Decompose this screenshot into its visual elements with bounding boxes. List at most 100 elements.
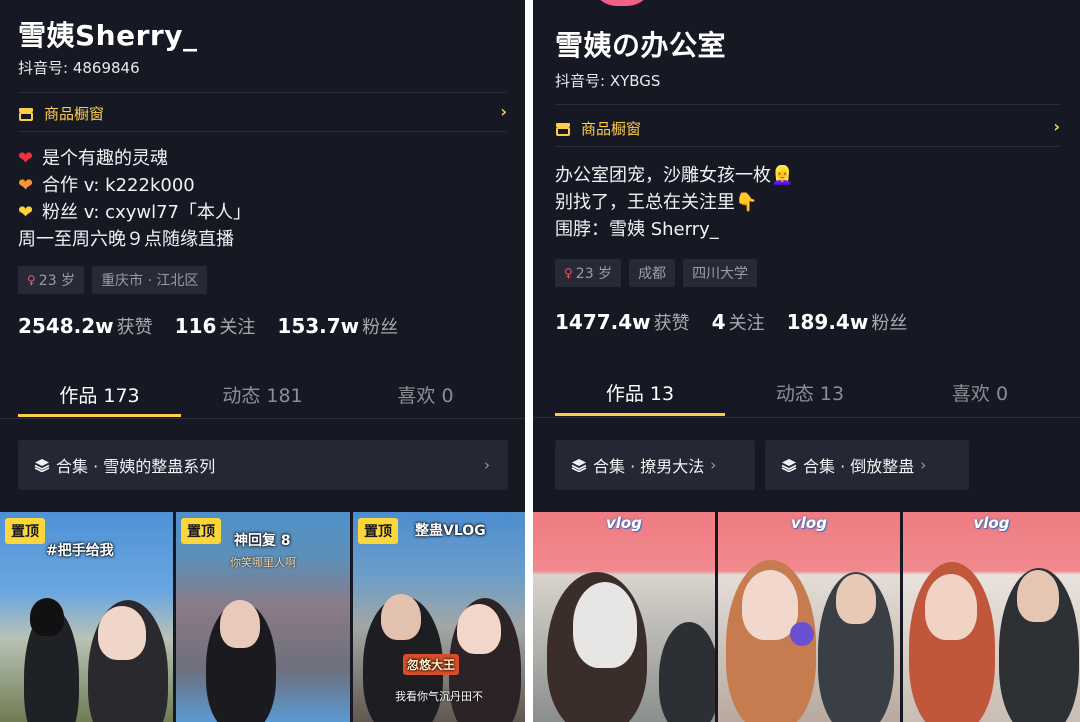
showcase-entry[interactable]: 商品橱窗 xyxy=(18,103,104,124)
tag-text: 重庆市 · 江北区 xyxy=(101,273,199,289)
following-count[interactable]: 4 xyxy=(712,310,726,334)
profile-nickname: 雪姨Sherry_ xyxy=(18,19,198,52)
video-thumbnail[interactable]: vlog xyxy=(533,512,715,722)
pinned-badge: 置顶 xyxy=(181,518,221,544)
bio-line: ❤ 合作 v: k222k000 xyxy=(18,172,251,199)
profile-tags: ♀ 23 岁 成都 四川大学 xyxy=(555,259,758,287)
shop-icon xyxy=(556,122,570,136)
likes-label: 获赞 xyxy=(653,313,690,334)
likes-count: 1477.4w xyxy=(555,310,651,334)
video-caption: 神回复 8 xyxy=(234,533,291,549)
tab-activity[interactable]: 动态 13 xyxy=(725,379,895,406)
video-subtitle: 你笑哪里人啊 xyxy=(230,556,296,569)
shop-icon xyxy=(19,107,33,121)
orange-heart-icon: ❤ xyxy=(18,175,34,196)
collection-button[interactable]: 合集 · 雪姨的整蛊系列 › xyxy=(18,440,508,490)
profile-panel-left: 雪姨Sherry_ 抖音号: 4869846 商品橱窗 › ❤ 是个有趣的灵魂 … xyxy=(0,0,525,722)
female-icon: ♀ xyxy=(564,266,573,280)
divider xyxy=(555,146,1060,147)
video-thumbnail[interactable]: vlog xyxy=(903,512,1080,722)
person-figure xyxy=(659,622,715,722)
collection-button[interactable]: 合集 · 倒放整蛊 › xyxy=(765,440,969,490)
avatar[interactable] xyxy=(591,0,653,6)
person-face xyxy=(573,582,637,668)
bio-line: 办公室团宠，沙雕女孩一枚👱‍♀️ xyxy=(555,162,793,189)
bio-text: 周一至周六晚９点随缘直播 xyxy=(18,229,234,250)
school-tag: 四川大学 xyxy=(683,259,758,287)
vlog-badge: vlog xyxy=(606,514,642,532)
chevron-right-icon: › xyxy=(710,456,717,474)
tab-works[interactable]: 作品 13 xyxy=(555,379,725,406)
bio: ❤ 是个有趣的灵魂 ❤ 合作 v: k222k000 ❤ 粉丝 v: cxywl… xyxy=(18,145,251,253)
person-face xyxy=(98,606,146,660)
douyin-id: 抖音号: 4869846 xyxy=(18,59,140,77)
person-face xyxy=(381,594,421,640)
person-face xyxy=(836,574,876,624)
bio-line: 别找了，王总在关注里👇 xyxy=(555,189,793,216)
video-thumbnail[interactable]: vlog xyxy=(718,512,900,722)
chevron-right-icon: › xyxy=(484,456,490,474)
profile-tags: ♀ 23 岁 重庆市 · 江北区 xyxy=(18,266,208,294)
divider xyxy=(18,131,507,132)
profile-nickname: 雪姨の办公室 xyxy=(555,29,727,62)
showcase-label: 商品橱窗 xyxy=(581,120,642,138)
bio-text: 别找了，王总在关注里👇 xyxy=(555,192,758,213)
divider xyxy=(533,417,1080,418)
layers-icon xyxy=(571,459,587,472)
tab-works[interactable]: 作品 173 xyxy=(18,381,181,408)
followers-label[interactable]: 粉丝 xyxy=(362,313,398,339)
following-label[interactable]: 关注 xyxy=(219,313,255,339)
video-thumbnail[interactable]: 置顶 神回复 8 你笑哪里人啊 xyxy=(176,512,350,722)
profile-stats: 1477.4w 获赞 4 关注 189.4w 粉丝 xyxy=(555,309,929,335)
chevron-right-icon[interactable]: › xyxy=(500,102,507,121)
likes-label: 获赞 xyxy=(116,317,153,338)
showcase-entry[interactable]: 商品橱窗 xyxy=(555,118,641,139)
divider xyxy=(555,104,1060,105)
bio-line: ❤ 是个有趣的灵魂 xyxy=(18,145,251,172)
tab-activity[interactable]: 动态 181 xyxy=(181,381,344,408)
showcase-label: 商品橱窗 xyxy=(44,105,105,123)
pinned-badge: 置顶 xyxy=(5,518,45,544)
video-caption: 整蛊VLOG xyxy=(415,523,486,539)
layers-icon xyxy=(781,459,797,472)
following-label[interactable]: 关注 xyxy=(729,309,765,335)
video-thumbnail[interactable]: 置顶 #把手给我 xyxy=(0,512,173,722)
bio-text: 围脖：雪姨 Sherry_ xyxy=(555,219,719,240)
collection-label: 合集 · 撩男大法 xyxy=(593,457,705,476)
tag-text: 成都 xyxy=(638,266,667,282)
profile-stats: 2548.2w 获赞 116 关注 153.7w 粉丝 xyxy=(18,313,420,339)
bio-line: 周一至周六晚９点随缘直播 xyxy=(18,226,251,253)
bio-text: 粉丝 v: cxywl77「本人」 xyxy=(42,202,252,223)
followers-count[interactable]: 189.4w xyxy=(787,310,869,334)
collection-label: 合集 · 雪姨的整蛊系列 xyxy=(56,457,216,476)
person-face xyxy=(457,604,501,654)
female-icon: ♀ xyxy=(27,273,36,287)
bio-text: 合作 v: k222k000 xyxy=(42,175,195,196)
layers-icon xyxy=(34,459,50,472)
video-thumbnail[interactable]: 置顶 整蛊VLOG 忽悠大王 我看你气沉丹田不 xyxy=(353,512,525,722)
tab-likes[interactable]: 喜欢 0 xyxy=(344,381,507,408)
compact-item xyxy=(790,622,814,646)
followers-label[interactable]: 粉丝 xyxy=(871,309,907,335)
collection-button[interactable]: 合集 · 撩男大法 › xyxy=(555,440,755,490)
tag-text: 23 岁 xyxy=(38,273,76,289)
video-subtitle: 我看你气沉丹田不 xyxy=(395,690,483,703)
person-face xyxy=(925,574,977,640)
likes-count: 2548.2w xyxy=(18,314,114,338)
chevron-right-icon[interactable]: › xyxy=(1053,117,1060,136)
red-heart-icon: ❤ xyxy=(18,148,34,169)
content-tabs: 作品 13 动态 13 喜欢 0 xyxy=(555,379,1065,406)
age-tag: ♀ 23 岁 xyxy=(555,259,622,287)
divider xyxy=(0,418,525,419)
content-tabs: 作品 173 动态 181 喜欢 0 xyxy=(18,381,507,408)
followers-count[interactable]: 153.7w xyxy=(277,314,359,338)
active-tab-indicator xyxy=(555,413,725,416)
bio-line: ❤ 粉丝 v: cxywl77「本人」 xyxy=(18,199,251,226)
bio-line: 围脖：雪姨 Sherry_ xyxy=(555,216,793,243)
following-count[interactable]: 116 xyxy=(175,314,217,338)
tab-likes[interactable]: 喜欢 0 xyxy=(895,379,1065,406)
active-tab-indicator xyxy=(18,414,181,417)
tag-text: 四川大学 xyxy=(692,266,749,282)
yellow-heart-icon: ❤ xyxy=(18,202,34,223)
vlog-badge: vlog xyxy=(973,514,1010,532)
